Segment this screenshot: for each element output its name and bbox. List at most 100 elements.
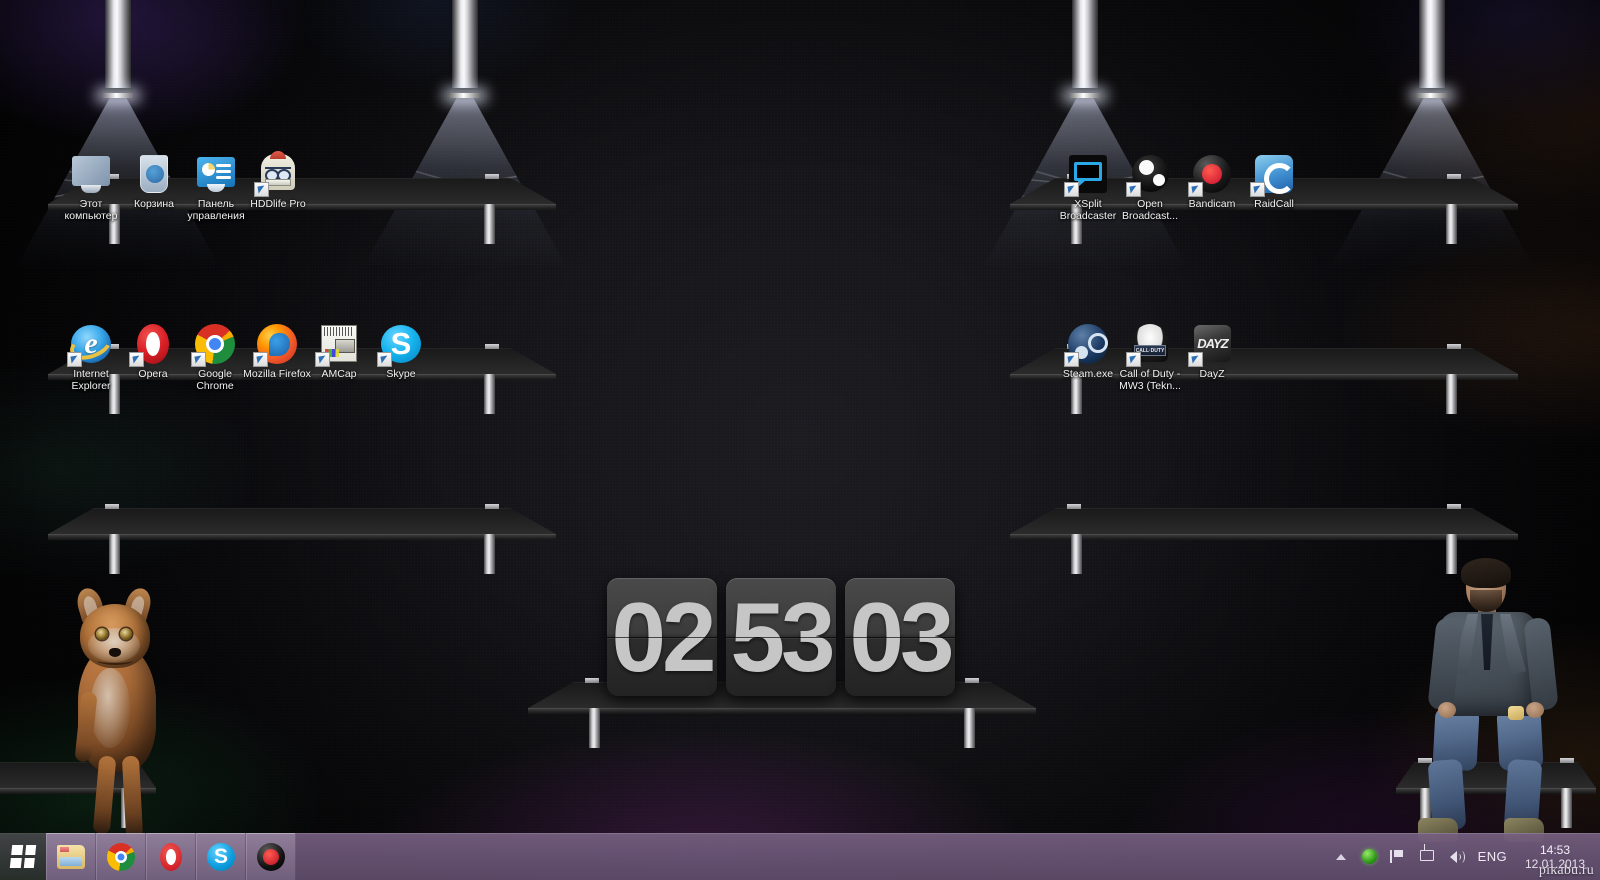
spotlight-4 bbox=[1327, 0, 1537, 273]
taskbar-clock[interactable]: 14:53 12.01.2013 bbox=[1518, 843, 1592, 871]
shelf-bracket-cap-right bbox=[485, 504, 500, 509]
shortcut-overlay-icon bbox=[1064, 352, 1079, 367]
icon-raidcall-label: RaidCall bbox=[1254, 198, 1294, 210]
icon-dayz[interactable]: DayZ bbox=[1175, 322, 1249, 381]
shelf-bracket-left bbox=[1070, 534, 1082, 574]
taskbar-date: 12.01.2013 bbox=[1524, 856, 1586, 871]
icon-raidcall-glyph bbox=[1250, 152, 1296, 197]
icon-xsplit-broadcaster-glyph bbox=[1064, 152, 1110, 197]
shortcut-overlay-icon bbox=[1126, 352, 1141, 367]
icon-bandicam-glyph bbox=[1188, 152, 1234, 197]
taskbar-bandicam-icon bbox=[257, 842, 285, 871]
shelf-bracket-right bbox=[484, 534, 496, 574]
shelf-bracket-cap-right bbox=[1447, 344, 1462, 349]
lamp-bulb-glow bbox=[101, 93, 135, 98]
icon-raidcall[interactable]: RaidCall bbox=[1237, 152, 1311, 211]
wallpaper-vignette bbox=[0, 0, 1600, 880]
shortcut-overlay-icon bbox=[1064, 182, 1079, 197]
flip-clock-hours: 02 bbox=[607, 578, 717, 696]
shelf-bracket-cap-right bbox=[965, 678, 980, 683]
shelf-bracket-right bbox=[1446, 374, 1458, 414]
start-button[interactable] bbox=[0, 833, 46, 880]
flip-clock-widget: 02 53 03 bbox=[607, 578, 955, 696]
fox-mouth bbox=[97, 656, 133, 665]
shelf-bracket-left bbox=[588, 708, 600, 748]
shortcut-overlay-icon bbox=[191, 352, 206, 367]
show-hidden-icons-icon[interactable] bbox=[1332, 847, 1351, 866]
icon-hddlife-pro[interactable]: HDDlife Pro bbox=[241, 151, 315, 211]
flip-hinge bbox=[726, 637, 836, 638]
system-tray[interactable]: ENG 14:53 12.01.2013 bbox=[1318, 833, 1600, 880]
icon-mozilla-firefox-glyph bbox=[253, 322, 299, 367]
taskbar-skype-icon bbox=[207, 842, 235, 871]
spotlight-2 bbox=[360, 0, 570, 273]
fox-leg-right bbox=[121, 755, 144, 839]
shortcut-overlay-icon bbox=[315, 352, 330, 367]
icon-this-computer-glyph bbox=[69, 152, 113, 196]
icon-internet-explorer-glyph bbox=[65, 322, 117, 367]
shelf-surface bbox=[48, 508, 556, 534]
taskbar-button-group[interactable] bbox=[46, 833, 296, 880]
icon-dayz-label: DayZ bbox=[1199, 368, 1225, 380]
taskbar-google-chrome[interactable] bbox=[96, 833, 146, 880]
shelf-low-right bbox=[1010, 504, 1518, 574]
icon-open-broadcaster-glyph bbox=[1126, 152, 1172, 197]
shelf-front-edge bbox=[48, 534, 556, 540]
shortcut-overlay-icon bbox=[253, 352, 268, 367]
shelf-bracket-left bbox=[108, 534, 120, 574]
language-indicator[interactable]: ENG bbox=[1478, 849, 1507, 864]
flip-clock-seconds: 03 bbox=[845, 578, 955, 696]
network-icon[interactable] bbox=[1418, 844, 1437, 866]
taskbar-skype[interactable] bbox=[196, 833, 246, 880]
shortcut-overlay-icon bbox=[377, 352, 392, 367]
shelf-bracket-cap-right bbox=[1447, 504, 1462, 509]
keanu-beard bbox=[1470, 590, 1502, 612]
icon-google-chrome-glyph bbox=[191, 322, 237, 367]
shelf-bracket-cap-right bbox=[485, 344, 500, 349]
sad-keanu-image bbox=[1400, 558, 1580, 845]
flip-hinge bbox=[845, 637, 955, 638]
icon-hddlife-pro-label: HDDlife Pro bbox=[250, 198, 306, 210]
spotlight-1 bbox=[13, 0, 223, 273]
icon-steam-glyph bbox=[1064, 322, 1110, 367]
taskbar[interactable]: ENG 14:53 12.01.2013 bbox=[0, 833, 1600, 880]
windows-logo-icon bbox=[9, 845, 37, 868]
shelf-bracket-right bbox=[484, 374, 496, 414]
flip-clock-minutes: 53 bbox=[726, 578, 836, 696]
fox-eye-right bbox=[120, 628, 132, 640]
taskbar-opera[interactable] bbox=[146, 833, 196, 880]
flip-hinge bbox=[607, 637, 717, 638]
lamp-tube bbox=[1072, 0, 1098, 88]
shortcut-overlay-icon bbox=[254, 182, 269, 197]
shelf-bracket-cap-right bbox=[485, 174, 500, 179]
shelf-bracket-right bbox=[484, 204, 496, 244]
lamp-tube bbox=[105, 0, 131, 88]
icon-call-of-duty-mw3-glyph bbox=[1126, 322, 1172, 367]
status-indicator-icon[interactable] bbox=[1361, 849, 1377, 864]
shortcut-overlay-icon bbox=[67, 352, 82, 367]
icon-opera-glyph bbox=[129, 322, 175, 367]
taskbar-file-explorer-icon bbox=[57, 843, 85, 871]
taskbar-google-chrome-icon bbox=[107, 842, 135, 871]
taskbar-bandicam[interactable] bbox=[246, 833, 296, 880]
shortcut-overlay-icon bbox=[1126, 182, 1141, 197]
shortcut-overlay-icon bbox=[1188, 352, 1203, 367]
action-center-icon[interactable] bbox=[1388, 847, 1407, 866]
shelf-bracket-cap-left bbox=[104, 504, 119, 509]
lamp-bulb-glow bbox=[1068, 93, 1102, 98]
icon-skype[interactable]: Skype bbox=[364, 322, 438, 381]
taskbar-time: 14:53 bbox=[1539, 842, 1571, 857]
desktop[interactable]: Этот компьютер Корзина Панель управления HD… bbox=[0, 0, 1600, 880]
shelf-bracket-right bbox=[964, 708, 976, 748]
shelf-front-edge bbox=[1010, 534, 1518, 540]
shelf-bracket-right bbox=[1446, 204, 1458, 244]
shelf-front-edge bbox=[528, 708, 1036, 714]
icon-skype-label: Skype bbox=[386, 368, 416, 380]
shortcut-overlay-icon bbox=[129, 352, 144, 367]
shelf-surface bbox=[1010, 508, 1518, 534]
shortcut-overlay-icon bbox=[1250, 182, 1265, 197]
taskbar-file-explorer[interactable] bbox=[46, 833, 96, 880]
shelf-bracket-cap-left bbox=[584, 678, 599, 683]
keanu-hair bbox=[1461, 558, 1511, 588]
volume-icon[interactable] bbox=[1448, 847, 1467, 866]
